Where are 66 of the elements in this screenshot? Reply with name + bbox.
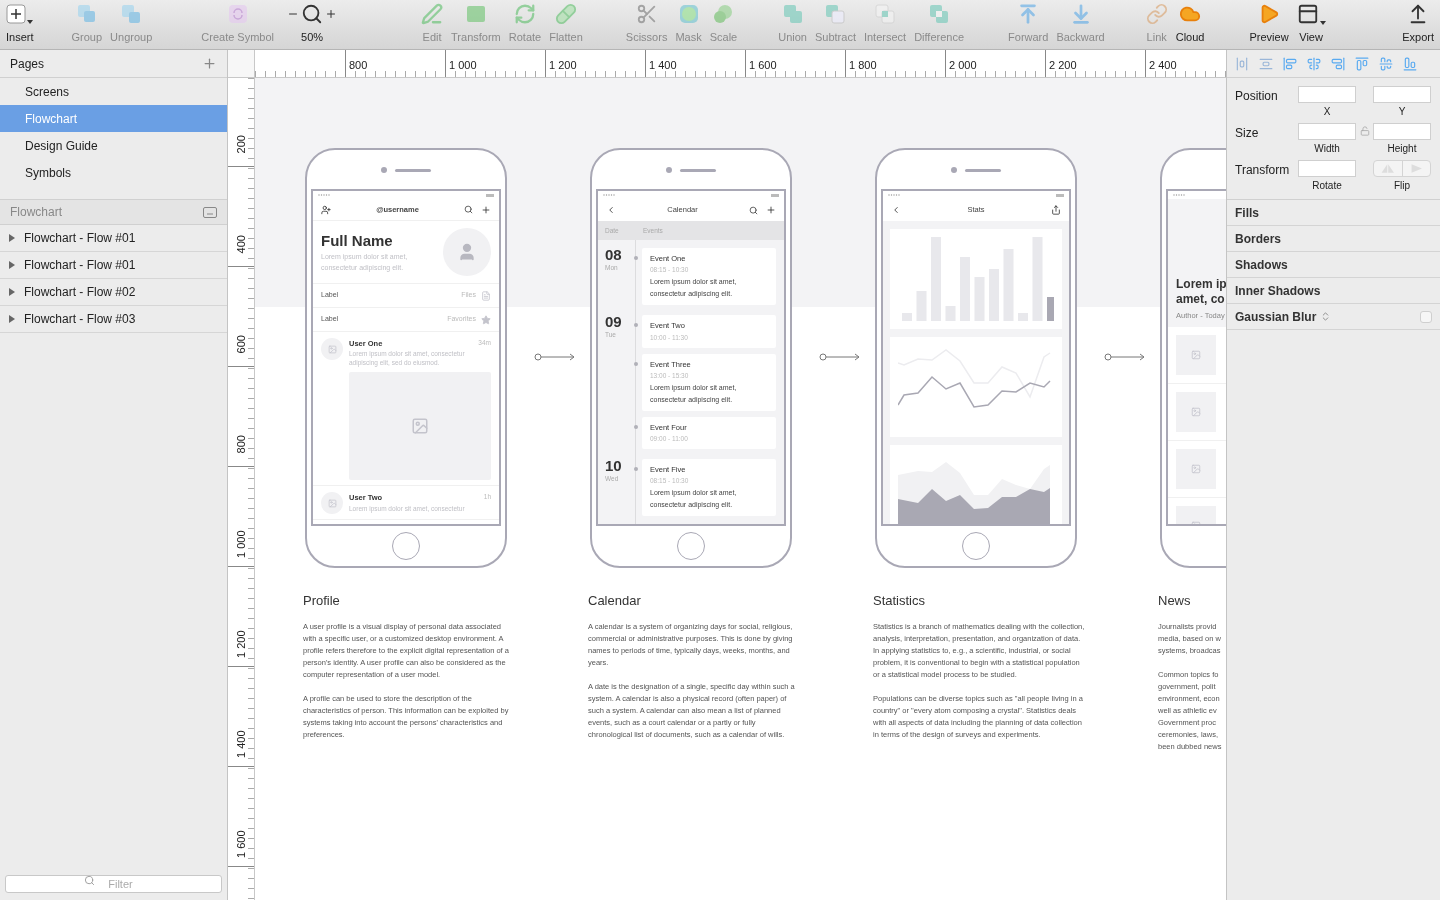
- filter-field[interactable]: Filter: [5, 875, 222, 893]
- day-number: 08: [605, 247, 623, 263]
- field-caption: Y: [1398, 105, 1406, 119]
- ruler-label: 200: [233, 134, 248, 153]
- layer-item[interactable]: Flowchart - Flow #01: [0, 252, 227, 279]
- section-label: Shadows: [1235, 256, 1288, 274]
- layer-label: Flowchart - Flow #02: [24, 284, 136, 301]
- ruler-label: 1 000: [233, 530, 248, 558]
- ruler-label: 800: [349, 59, 368, 71]
- toolbar-button[interactable]: View: [1294, 1, 1328, 45]
- day-number: 09: [605, 314, 623, 331]
- headline-line: Lorem ip: [1176, 276, 1226, 292]
- section-label: Fills: [1235, 204, 1259, 222]
- toolbar-button[interactable]: Insert: [4, 1, 36, 45]
- artboard-title: Calendar: [588, 592, 642, 610]
- layer-item[interactable]: Flowchart - Flow #01: [0, 225, 227, 252]
- toolbar-button[interactable]: Cloud: [1173, 1, 1207, 45]
- toolbar-button[interactable]: Preview: [1247, 1, 1291, 45]
- section-label: Gaussian Blur: [1235, 308, 1317, 326]
- inspector-section[interactable]: Fills: [1227, 200, 1440, 226]
- field-caption: Width: [1314, 142, 1340, 156]
- day-number: 10: [605, 458, 623, 474]
- artboard-title: News: [1158, 592, 1192, 610]
- section-label: Borders: [1235, 230, 1281, 248]
- ruler-label: 1 000: [449, 59, 477, 71]
- inspector-section[interactable]: Gaussian Blur: [1227, 304, 1440, 330]
- toolbar-button[interactable]: Export: [1400, 1, 1436, 45]
- field-caption: Rotate: [1312, 179, 1342, 193]
- layer-label: Flowchart - Flow #01: [24, 257, 136, 274]
- ruler-label: 1 600: [749, 59, 777, 71]
- artboard-title: Profile: [303, 592, 341, 610]
- field-caption: Height: [1387, 142, 1417, 156]
- property-label: Position: [1235, 88, 1279, 105]
- inspector-section[interactable]: Borders: [1227, 226, 1440, 252]
- page-item[interactable]: Design Guide: [0, 132, 227, 159]
- property-label: Transform: [1235, 162, 1291, 179]
- ruler-label: 1 400: [649, 59, 677, 71]
- ruler-label: 2 000: [949, 59, 977, 71]
- section-label: Inner Shadows: [1235, 282, 1321, 300]
- ruler-label: 1 200: [549, 59, 577, 71]
- ruler-label: 400: [233, 234, 248, 253]
- inspector-section[interactable]: Shadows: [1227, 252, 1440, 278]
- ruler-label: 800: [233, 434, 248, 453]
- ruler-label: 2 200: [1049, 59, 1077, 71]
- ruler-label: 1 200: [233, 630, 248, 658]
- layer-label: Flowchart - Flow #01: [24, 230, 136, 247]
- layer-item[interactable]: Flowchart - Flow #03: [0, 306, 227, 333]
- toolbar-button[interactable]: 50%: [285, 1, 340, 45]
- layers-heading: Flowchart: [10, 204, 63, 221]
- profile-name: Full Name: [321, 231, 394, 251]
- layer-label: Flowchart - Flow #03: [24, 311, 136, 328]
- pages-heading: Pages: [10, 55, 46, 73]
- ruler-label: 1 800: [849, 59, 877, 71]
- page-item[interactable]: Screens: [0, 78, 227, 105]
- property-label: Size: [1235, 125, 1260, 142]
- ruler-label: 2 400: [1149, 59, 1177, 71]
- headline-line: amet, co: [1176, 291, 1226, 307]
- page-item[interactable]: Symbols: [0, 159, 227, 186]
- artboard-title: Statistics: [873, 592, 926, 610]
- ruler-label: 600: [233, 334, 248, 353]
- ruler-label: 1 400: [233, 730, 248, 758]
- inspector-section[interactable]: Inner Shadows: [1227, 278, 1440, 304]
- layer-item[interactable]: Flowchart - Flow #02: [0, 279, 227, 306]
- field-caption: Flip: [1393, 179, 1411, 193]
- ruler-label: 1 600: [233, 830, 248, 858]
- field-caption: X: [1323, 105, 1331, 119]
